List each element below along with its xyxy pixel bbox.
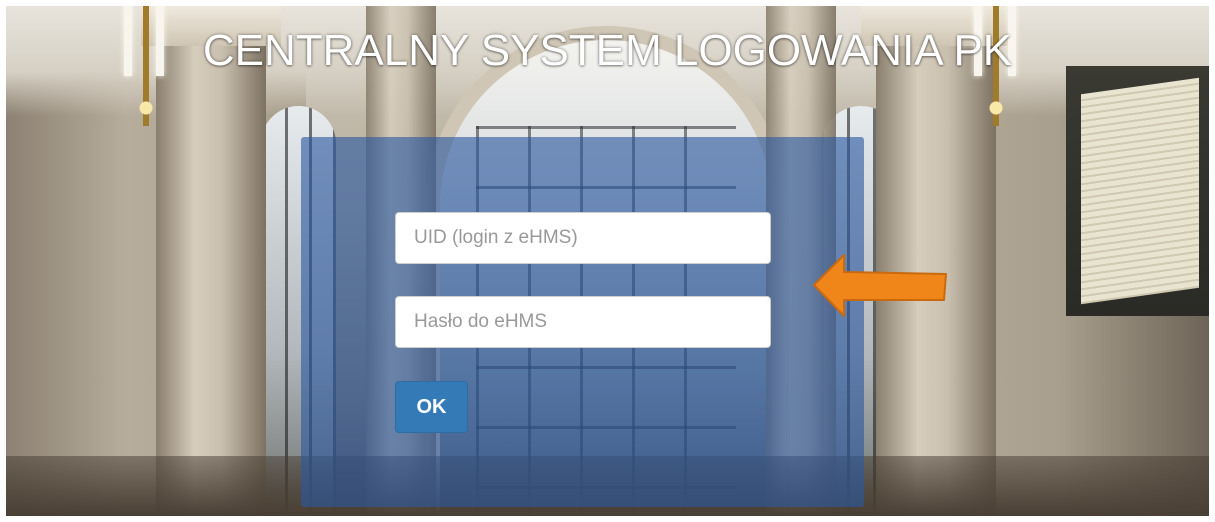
password-input[interactable]: [395, 296, 771, 348]
arrow-left-icon: [813, 254, 947, 317]
page-title: CENTRALNY SYSTEM LOGOWANIA PK: [202, 26, 1013, 75]
ok-button[interactable]: OK: [395, 381, 468, 433]
arrow-shape: [813, 254, 947, 317]
noticeboard-text: [1081, 77, 1199, 305]
uid-input[interactable]: [395, 212, 771, 264]
login-page: CENTRALNY SYSTEM LOGOWANIA PK OK: [0, 0, 1215, 522]
